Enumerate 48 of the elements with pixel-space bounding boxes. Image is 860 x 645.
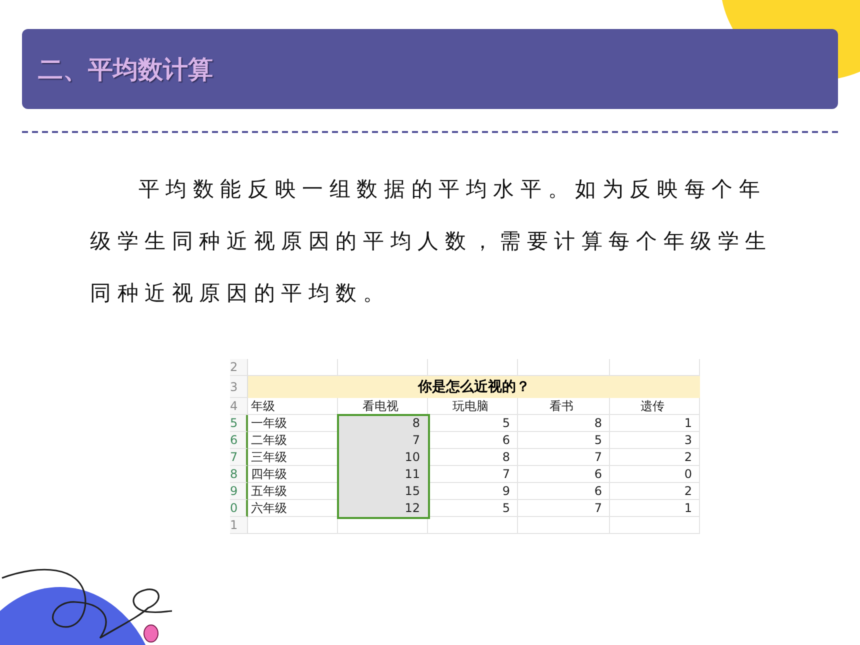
table-cell: 12 (338, 500, 428, 517)
table-cell: 6 (518, 466, 610, 483)
row-number: 2 (230, 359, 248, 376)
table-cell: 2 (610, 449, 700, 466)
column-header: 看书 (518, 398, 610, 415)
table-cell: 0 (610, 466, 700, 483)
table-cell: 6 (428, 432, 518, 449)
table-cell: 1 (610, 500, 700, 517)
oval-dot-decoration (143, 624, 159, 643)
table-cell: 8 (338, 415, 428, 432)
table-cell: 8 (518, 415, 610, 432)
table-cell: 9 (428, 483, 518, 500)
row-number: 5 (230, 415, 248, 432)
table-cell: 2 (610, 483, 700, 500)
table-cell: 五年级 (248, 483, 338, 500)
table-cell: 11 (338, 466, 428, 483)
table-cell: 7 (428, 466, 518, 483)
table-cell: 三年级 (248, 449, 338, 466)
row-number: 9 (230, 483, 248, 500)
row-number: 1 (230, 517, 248, 534)
table-cell: 六年级 (248, 500, 338, 517)
column-header: 年级 (248, 398, 338, 415)
table-cell: 10 (338, 449, 428, 466)
table-cell: 5 (428, 415, 518, 432)
row-number: 3 (230, 376, 248, 398)
table-cell: 5 (518, 432, 610, 449)
body-paragraph: 平均数能反映一组数据的平均水平。如为反映每个年级学生同种近视原因的平均人数，需要计算每个年级学生同种近视原因的平均数。 (90, 176, 774, 307)
row-number: 8 (230, 466, 248, 483)
table-cell: 一年级 (248, 415, 338, 432)
section-title: 二、平均数计算 (38, 54, 213, 86)
table-cell: 7 (518, 449, 610, 466)
table-cell: 7 (338, 432, 428, 449)
table-cell: 3 (610, 432, 700, 449)
row-number: 7 (230, 449, 248, 466)
table-cell: 7 (518, 500, 610, 517)
row-number: 0 (230, 500, 248, 517)
row-number: 6 (230, 432, 248, 449)
table-cell: 6 (518, 483, 610, 500)
table-cell: 15 (338, 483, 428, 500)
table-cell: 5 (428, 500, 518, 517)
table-cell: 四年级 (248, 466, 338, 483)
table-cell: 二年级 (248, 432, 338, 449)
table-cell: 8 (428, 449, 518, 466)
column-header: 遗传 (610, 398, 700, 415)
table-title: 你是怎么近视的？ (248, 376, 700, 398)
table-cell: 1 (610, 415, 700, 432)
row-number: 4 (230, 398, 248, 415)
column-header: 玩电脑 (428, 398, 518, 415)
